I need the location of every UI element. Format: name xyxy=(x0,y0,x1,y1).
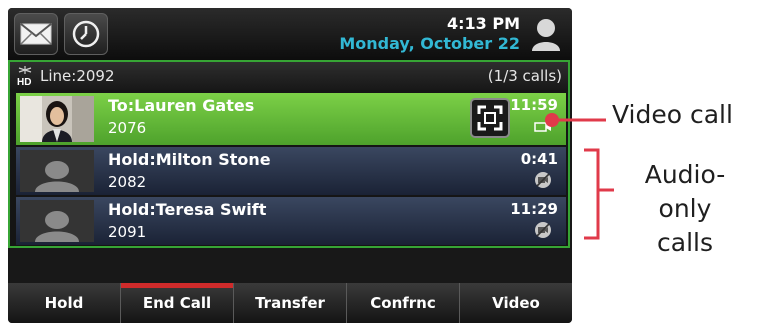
audio-only-annotation-line2: calls xyxy=(657,228,713,257)
video-call-annotation: Video call xyxy=(612,100,733,129)
audio-only-annotation: Audio-only calls xyxy=(620,158,750,260)
audio-only-annotation-line1: Audio-only xyxy=(644,160,726,223)
audio-calls-bracket xyxy=(584,148,600,240)
